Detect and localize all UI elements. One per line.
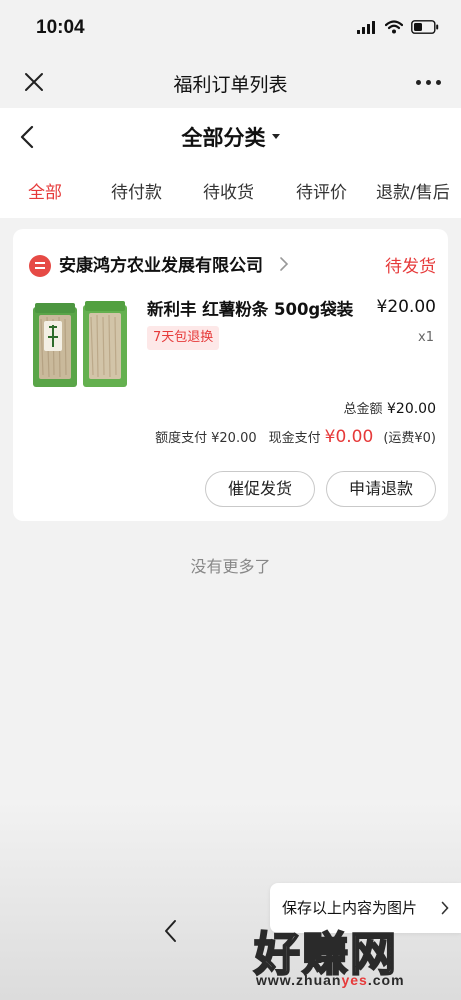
cash-payment-label: 现金支付 [268, 431, 321, 446]
browser-back-icon[interactable] [162, 918, 180, 944]
status-time: 10:04 [36, 17, 85, 38]
total-amount-row: 总金额 ¥20.00 [344, 398, 436, 417]
request-refund-button[interactable]: 申请退款 [326, 471, 436, 507]
shipping-fee: (运费¥0) [383, 431, 436, 446]
quota-payment-label: 额度支付 [155, 431, 208, 446]
nav-header: 全部分类 全部 待付款 待收货 待评价 退款/售后 [0, 108, 461, 218]
wifi-icon [385, 20, 403, 34]
status-bar: 10:04 [0, 0, 461, 58]
order-card[interactable]: 安康鸿方农业发展有限公司 待发货 新利丰 红薯粉条 500g袋装 ¥20.00 … [13, 229, 448, 521]
tab-all[interactable]: 全部 [28, 178, 62, 203]
tab-pending-receipt[interactable]: 待收货 [203, 178, 254, 203]
total-value: ¥20.00 [387, 401, 436, 417]
product-quantity: x1 [418, 330, 434, 345]
order-status: 待发货 [385, 257, 436, 277]
tab-pending-review[interactable]: 待评价 [296, 178, 347, 203]
page-title: 福利订单列表 [173, 74, 288, 96]
payment-row: 额度支付 ¥20.00 现金支付 ¥0.00 (运费¥0) [155, 427, 436, 447]
tab-pending-payment[interactable]: 待付款 [111, 178, 162, 203]
tab-refund-aftersale[interactable]: 退款/售后 [376, 178, 450, 203]
title-bar: 福利订单列表 [0, 58, 461, 108]
shop-name[interactable]: 安康鸿方农业发展有限公司 [59, 251, 263, 276]
quota-payment-value: ¥20.00 [211, 431, 257, 446]
status-icons [357, 20, 439, 34]
urge-shipment-button[interactable]: 催促发货 [205, 471, 315, 507]
product-image[interactable] [30, 301, 130, 389]
return-policy-badge: 7天包退换 [147, 326, 220, 350]
watermark: 好赚网 www.zhuanyes.com [252, 918, 452, 998]
watermark-url: www.zhuanyes.com [256, 972, 405, 988]
battery-icon [411, 20, 439, 34]
category-dropdown[interactable]: 全部分类 [0, 122, 461, 152]
more-options-icon[interactable] [416, 80, 441, 85]
save-as-image-label: 保存以上内容为图片 [282, 899, 418, 917]
chevron-right-icon[interactable] [279, 256, 289, 272]
cellular-signal-icon [357, 21, 375, 34]
product-title[interactable]: 新利丰 红薯粉条 500g袋装 [147, 296, 353, 320]
shop-icon [29, 255, 51, 277]
chevron-right-icon [441, 901, 449, 915]
caret-down-icon [271, 133, 280, 139]
total-label: 总金额 [343, 402, 383, 417]
cash-payment-value: ¥0.00 [324, 427, 374, 447]
no-more-text: 没有更多了 [190, 557, 271, 576]
category-label: 全部分类 [181, 126, 266, 150]
product-price: ¥20.00 [376, 297, 436, 317]
order-tabs: 全部 待付款 待收货 待评价 退款/售后 [0, 174, 461, 210]
